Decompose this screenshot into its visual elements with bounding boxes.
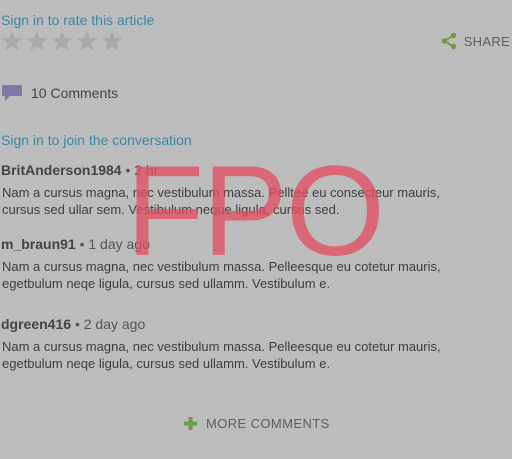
share-icon (440, 32, 458, 50)
plus-icon (184, 417, 197, 430)
comment-item: BritAnderson1984 • 2 hr Nam a cursus mag… (1, 162, 511, 218)
comment-author[interactable]: m_braun91 (1, 236, 76, 252)
comment-header: m_braun91 • 1 day ago (1, 236, 511, 252)
comment-body: Nam a cursus magna, nec vestibulum massa… (2, 339, 441, 371)
comment-header: BritAnderson1984 • 2 hr (1, 162, 511, 178)
share-label: SHARE (463, 33, 510, 49)
comment-timestamp: • 1 day ago (79, 236, 150, 252)
star-icon[interactable] (0, 30, 24, 52)
comment-timestamp: • 2 day ago (74, 316, 146, 332)
comment-header: dgreen416 • 2 day ago (1, 316, 511, 332)
comments-count: 10 Comments (1, 83, 118, 103)
star-rating[interactable] (0, 30, 124, 52)
sign-in-to-rate-link[interactable]: Sign in to rate this article (1, 12, 154, 28)
star-icon[interactable] (100, 30, 124, 52)
more-comments-button[interactable]: MORE COMMENTS (184, 416, 330, 431)
sign-in-to-join-link[interactable]: Sign in to join the conversation (1, 132, 192, 148)
more-comments-label: MORE COMMENTS (206, 416, 330, 431)
comment-body: Nam a cursus magna, nec vestibulum massa… (2, 185, 440, 217)
comment-author[interactable]: BritAnderson1984 (1, 162, 122, 178)
speech-bubble-icon (1, 83, 23, 103)
star-icon[interactable] (25, 30, 49, 52)
comments-count-label: 10 Comments (31, 85, 119, 101)
comment-item: m_braun91 • 1 day ago Nam a cursus magna… (1, 236, 511, 292)
comment-author[interactable]: dgreen416 (1, 316, 71, 332)
star-icon[interactable] (75, 30, 99, 52)
comment-timestamp: • 2 hr (125, 162, 159, 178)
star-icon[interactable] (50, 30, 74, 52)
comment-item: dgreen416 • 2 day ago Nam a cursus magna… (1, 316, 511, 372)
share-button[interactable]: SHARE (440, 32, 510, 50)
comment-body: Nam a cursus magna, nec vestibulum massa… (2, 259, 441, 291)
